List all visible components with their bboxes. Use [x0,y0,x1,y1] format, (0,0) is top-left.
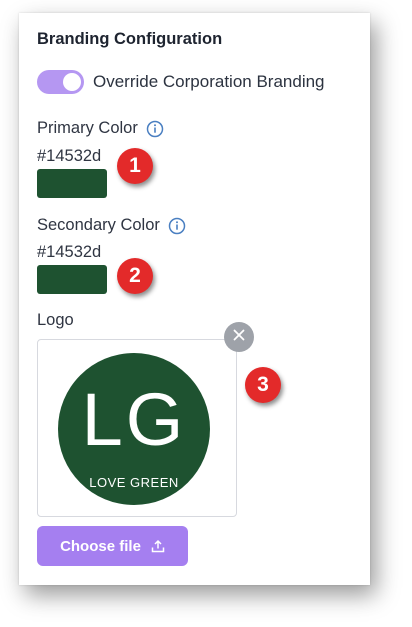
primary-color-label: Primary Color [37,119,138,137]
secondary-color-hex: #14532d [37,243,102,261]
primary-color-swatch[interactable] [37,169,107,198]
secondary-color-label-row: Secondary Color [37,216,186,235]
choose-file-button[interactable]: Choose file [37,526,188,566]
close-icon [233,328,245,346]
choose-file-label: Choose file [60,537,141,555]
logo-label: Logo [37,311,74,330]
callout-badge: 3 [245,367,281,403]
override-label: Override Corporation Branding [93,72,325,91]
logo-text: LOVE GREEN [89,475,179,490]
info-icon[interactable] [146,120,164,138]
remove-logo-button[interactable] [224,322,254,352]
logo-image: LG LOVE GREEN [58,353,210,505]
callout-badge: 1 [117,148,153,184]
override-row: Override Corporation Branding [37,69,325,95]
secondary-color-label: Secondary Color [37,216,160,234]
primary-color-label-row: Primary Color [37,119,164,138]
branding-panel: Branding Configuration Override Corporat… [19,13,370,585]
logo-label-text: Logo [37,311,74,329]
toggle-knob [63,73,81,91]
upload-icon [151,539,165,553]
primary-color-hex: #14532d [37,147,102,165]
callout-badge: 2 [117,258,153,294]
section-title: Branding Configuration [37,30,223,48]
logo-preview: LG LOVE GREEN [37,339,237,517]
logo-mark: LG [81,378,187,461]
secondary-color-swatch[interactable] [37,265,107,294]
info-icon[interactable] [168,217,186,235]
override-toggle[interactable] [37,70,84,94]
